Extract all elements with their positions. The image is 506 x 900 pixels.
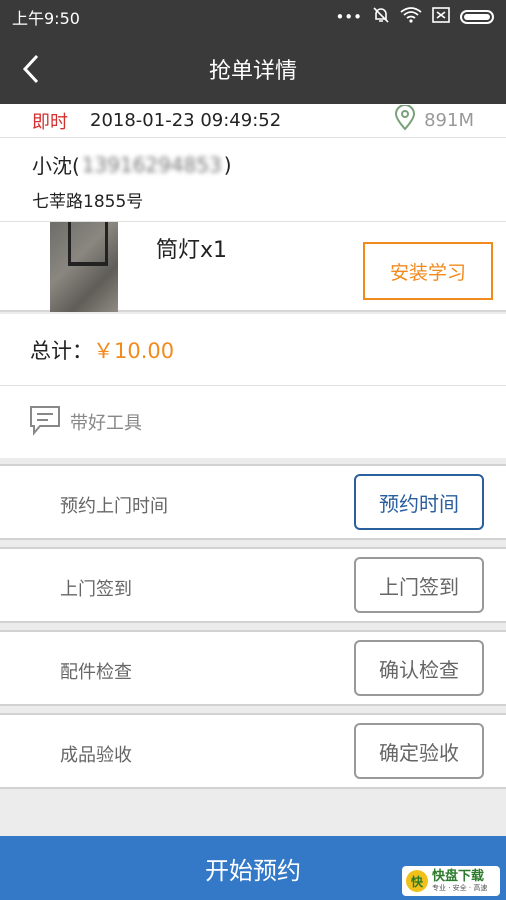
- step-row-checkin: 上门签到 上门签到: [0, 547, 506, 623]
- customer-name: 小沈(: [32, 154, 80, 178]
- message-icon: [28, 404, 62, 441]
- step-row-appointment: 预约上门时间 预约时间: [0, 464, 506, 540]
- note-row: 带好工具: [0, 386, 506, 458]
- customer-phone[interactable]: 13916294853: [82, 153, 222, 177]
- step-label: 上门签到: [60, 579, 132, 600]
- note-text: 带好工具: [70, 413, 142, 434]
- chevron-left-icon[interactable]: [16, 52, 46, 86]
- watermark-icon: 快: [406, 870, 428, 892]
- total-value: ￥10.00: [93, 338, 175, 363]
- status-icons: •••: [335, 6, 494, 28]
- order-type-tag: 即时: [32, 111, 68, 133]
- step-label: 成品验收: [60, 745, 132, 766]
- page-title: 抢单详情: [208, 59, 297, 84]
- product-row: 筒灯x1 安装学习: [0, 222, 506, 312]
- distance-value: 891M: [424, 110, 474, 131]
- confirm-check-button[interactable]: 确认检查: [354, 640, 484, 696]
- mute-bell-icon: [372, 6, 390, 28]
- nav-bar: 抢单详情: [0, 34, 506, 104]
- distance-info: 891M: [394, 104, 474, 136]
- total-row: 总计： ￥10.00: [0, 314, 506, 386]
- customer-address: 七莘路1855号: [32, 192, 144, 212]
- step-label: 配件检查: [60, 662, 132, 683]
- checkin-button[interactable]: 上门签到: [354, 557, 484, 613]
- wifi-icon: [400, 7, 422, 27]
- total-label: 总计：: [30, 338, 93, 363]
- customer-line: 小沈( 13916294853 ): [32, 150, 474, 179]
- confirm-acceptance-button[interactable]: 确定验收: [354, 723, 484, 779]
- status-time: 上午9:50: [12, 9, 80, 28]
- step-row-acceptance: 成品验收 确定验收: [0, 713, 506, 789]
- watermark-text: 快盘下载 专业 · 安全 · 高速: [432, 868, 488, 892]
- sim-icon: [432, 7, 450, 27]
- order-meta-row: 即时 2018-01-23 09:49:52 891M: [0, 104, 506, 138]
- dots-icon: •••: [335, 8, 362, 26]
- step-label: 预约上门时间: [60, 496, 168, 517]
- step-row-parts-check: 配件检查 确认检查: [0, 630, 506, 706]
- product-name: 筒灯x1: [156, 238, 228, 263]
- install-learning-button[interactable]: 安装学习: [363, 242, 493, 300]
- status-bar: 上午9:50 •••: [0, 0, 506, 34]
- product-thumbnail[interactable]: [50, 222, 118, 312]
- location-pin-icon: [394, 104, 416, 136]
- customer-info: 小沈( 13916294853 ) 七莘路1855号: [0, 138, 506, 222]
- watermark-logo: 快 快盘下载 专业 · 安全 · 高速: [402, 866, 500, 896]
- order-datetime: 2018-01-23 09:49:52: [90, 110, 282, 131]
- schedule-time-button[interactable]: 预约时间: [354, 474, 484, 530]
- battery-icon: [460, 10, 494, 24]
- customer-name-close: ): [223, 152, 232, 177]
